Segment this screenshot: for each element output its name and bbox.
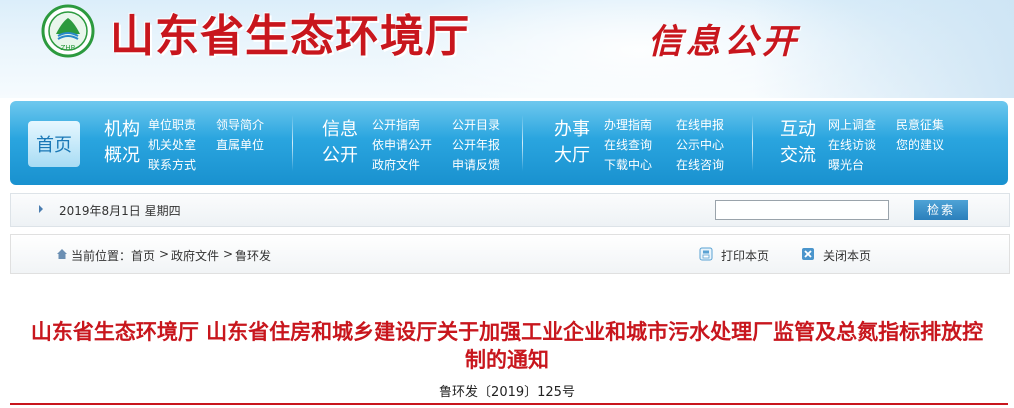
logo-text: ZHB bbox=[61, 44, 76, 52]
home-icon bbox=[57, 249, 67, 259]
nav-group-title-line1: 机构 bbox=[104, 119, 140, 140]
nav-link-annual-report[interactable]: 公开年报 bbox=[452, 135, 500, 155]
date-search-bar: 2019年8月1日 星期四 检索 bbox=[10, 193, 1010, 227]
article-title-line2: 制的通知 bbox=[465, 348, 549, 372]
section-title: 信息公开 bbox=[648, 22, 800, 62]
breadcrumb-home[interactable]: 首页 bbox=[131, 247, 155, 264]
nav-link-survey[interactable]: 网上调查 bbox=[828, 115, 876, 135]
nav-group-title-line1: 办事 bbox=[554, 119, 590, 140]
print-icon[interactable] bbox=[699, 247, 713, 261]
nav-link-online-consult[interactable]: 在线咨询 bbox=[676, 155, 724, 175]
document-number: 鲁环发〔2019〕125号 bbox=[439, 385, 575, 400]
nav-link-handling-guide[interactable]: 办理指南 bbox=[604, 115, 652, 135]
nav-group-title[interactable]: 机构 概况 bbox=[100, 117, 144, 169]
nav-separator bbox=[522, 115, 523, 171]
nav-link-opinion[interactable]: 民意征集 bbox=[896, 115, 944, 135]
search-input[interactable] bbox=[715, 200, 889, 220]
nav-link-online-query[interactable]: 在线查询 bbox=[604, 135, 652, 155]
nav-separator bbox=[292, 115, 293, 171]
nav-group-title[interactable]: 信息 公开 bbox=[318, 117, 362, 169]
nav-link-contact[interactable]: 联系方式 bbox=[148, 155, 196, 175]
location-label: 当前位置： bbox=[71, 249, 132, 263]
site-title: 山东省生态环境厅 bbox=[110, 11, 470, 62]
close-icon[interactable] bbox=[801, 247, 815, 261]
nav-separator bbox=[752, 115, 753, 171]
breadcrumb-gov-docs[interactable]: 政府文件 bbox=[171, 247, 219, 264]
nav-group-title-line2: 概况 bbox=[104, 145, 140, 166]
article-title: 山东省生态环境厅 山东省住房和城乡建设厅关于加强工业企业和城市污水处理厂监管及总… bbox=[0, 318, 1014, 374]
nav-link-dept-duties[interactable]: 单位职责 bbox=[148, 115, 196, 135]
nav-group-interact: 互动 交流 网上调查 在线访谈 曝光台 民意征集 您的建议 bbox=[776, 115, 986, 175]
nav-group-title-line2: 公开 bbox=[322, 145, 358, 166]
nav-home-button[interactable]: 首页 bbox=[28, 121, 80, 167]
nav-link-leaders[interactable]: 领导简介 bbox=[216, 115, 264, 135]
nav-link-offices[interactable]: 机关处室 bbox=[148, 135, 196, 155]
nav-group-service: 办事 大厅 办理指南 在线查询 下载中心 在线申报 公示中心 在线咨询 bbox=[550, 115, 760, 175]
zhb-logo-icon[interactable]: ZHB bbox=[36, 4, 100, 58]
breadcrumb-separator: > bbox=[159, 247, 170, 261]
main-nav: 首页 机构 概况 单位职责 机关处室 联系方式 领导简介 直属单位 信息 公开 … bbox=[10, 101, 1008, 185]
nav-link-catalog[interactable]: 公开目录 bbox=[452, 115, 500, 135]
site-banner: ZHB 山东省生态环境厅 信息公开 bbox=[0, 0, 1014, 98]
nav-group-title-line1: 互动 bbox=[780, 119, 816, 140]
arrow-right-icon bbox=[39, 205, 43, 213]
nav-group-info: 信息 公开 公开指南 依申请公开 政府文件 公开目录 公开年报 申请反馈 bbox=[318, 115, 528, 175]
nav-link-exposure[interactable]: 曝光台 bbox=[828, 155, 876, 175]
nav-link-interview[interactable]: 在线访谈 bbox=[828, 135, 876, 155]
nav-link-online-apply[interactable]: 在线申报 bbox=[676, 115, 724, 135]
nav-link-guide[interactable]: 公开指南 bbox=[372, 115, 432, 135]
breadcrumb-separator: > bbox=[223, 247, 234, 261]
nav-link-public-notice[interactable]: 公示中心 bbox=[676, 135, 724, 155]
nav-group-title[interactable]: 互动 交流 bbox=[776, 117, 820, 169]
nav-group-title[interactable]: 办事 大厅 bbox=[550, 117, 594, 169]
title-divider bbox=[10, 403, 1008, 405]
nav-link-gov-docs[interactable]: 政府文件 bbox=[372, 155, 432, 175]
nav-group-org: 机构 概况 单位职责 机关处室 联系方式 领导简介 直属单位 bbox=[100, 115, 290, 175]
search-button[interactable]: 检索 bbox=[914, 200, 968, 220]
nav-link-affiliated[interactable]: 直属单位 bbox=[216, 135, 264, 155]
nav-link-downloads[interactable]: 下载中心 bbox=[604, 155, 652, 175]
current-date: 2019年8月1日 星期四 bbox=[59, 204, 181, 218]
close-page-link[interactable]: 关闭本页 bbox=[823, 247, 871, 264]
nav-group-title-line1: 信息 bbox=[322, 119, 358, 140]
nav-link-suggestion[interactable]: 您的建议 bbox=[896, 135, 944, 155]
breadcrumb-current: 鲁环发 bbox=[235, 249, 272, 263]
article-title-line1: 山东省生态环境厅 山东省住房和城乡建设厅关于加强工业企业和城市污水处理厂监管及总… bbox=[30, 320, 984, 344]
print-page-link[interactable]: 打印本页 bbox=[721, 247, 769, 264]
nav-link-feedback[interactable]: 申请反馈 bbox=[452, 155, 500, 175]
nav-group-title-line2: 大厅 bbox=[554, 145, 590, 166]
location-bar: 当前位置： 首页 > 政府文件 > 鲁环发 打印本页 关闭本页 bbox=[10, 234, 1010, 274]
nav-group-title-line2: 交流 bbox=[780, 145, 816, 166]
nav-link-request[interactable]: 依申请公开 bbox=[372, 135, 432, 155]
